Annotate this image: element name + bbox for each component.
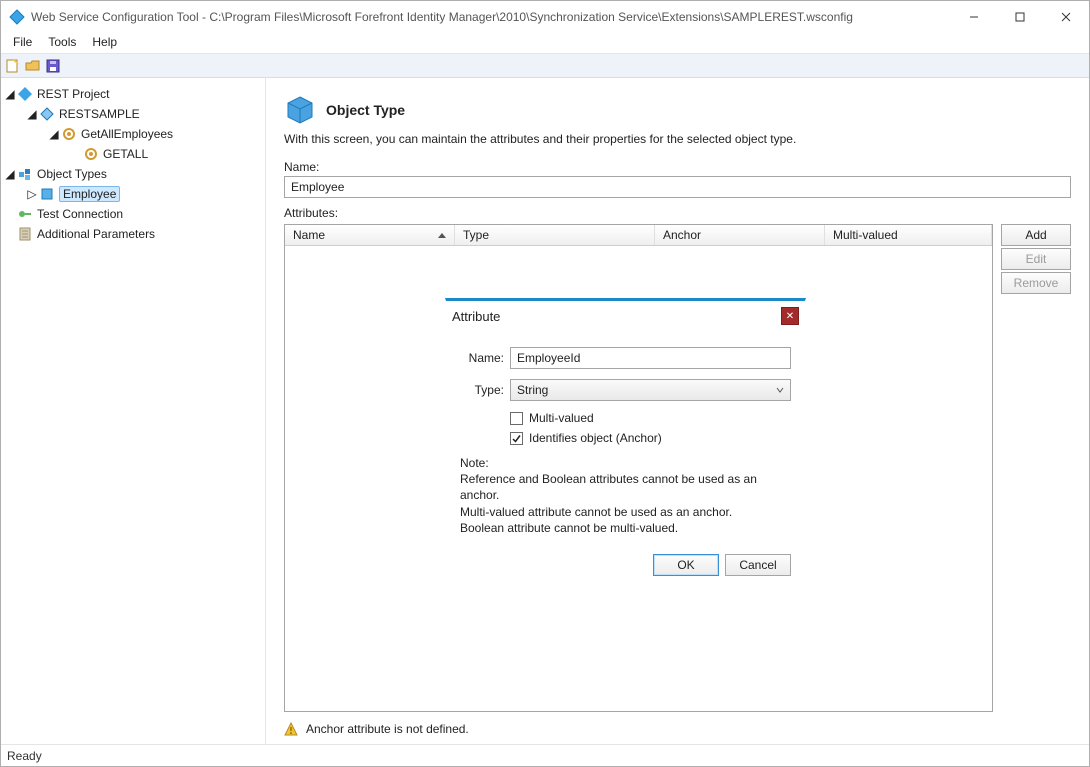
project-icon — [17, 86, 33, 102]
expander-icon[interactable]: ◢ — [5, 169, 15, 179]
warning-bar: Anchor attribute is not defined. — [266, 716, 1089, 744]
new-icon[interactable] — [5, 58, 21, 74]
dialog-note: Note: Reference and Boolean attributes c… — [460, 455, 791, 536]
add-button[interactable]: Add — [1001, 224, 1071, 246]
dialog-ok-button[interactable]: OK — [653, 554, 719, 576]
remove-button[interactable]: Remove — [1001, 272, 1071, 294]
menu-help[interactable]: Help — [84, 32, 125, 53]
close-button[interactable] — [1043, 1, 1089, 32]
cubes-icon — [17, 166, 33, 182]
open-icon[interactable] — [25, 58, 41, 74]
expander-icon[interactable]: ◢ — [27, 109, 37, 119]
warning-text: Anchor attribute is not defined. — [306, 722, 469, 736]
attr-name-label: Name: — [460, 351, 504, 365]
menu-bar: File Tools Help — [1, 32, 1089, 54]
operation-icon — [83, 146, 99, 162]
attr-type-select[interactable]: String — [510, 379, 791, 401]
col-name[interactable]: Name — [285, 225, 455, 245]
multi-valued-checkbox-row[interactable]: Multi-valued — [510, 411, 791, 425]
test-icon — [17, 206, 33, 222]
tree-node-getall[interactable]: ◢ GETALL — [3, 144, 263, 164]
chevron-down-icon — [776, 386, 784, 394]
sort-asc-icon — [438, 233, 446, 238]
cube-icon — [39, 186, 55, 202]
page-heading: Object Type — [326, 102, 405, 118]
expander-icon[interactable]: ◢ — [5, 89, 15, 99]
attribute-dialog: Attribute ✕ Name: Type: — [445, 298, 806, 587]
params-icon — [17, 226, 33, 242]
expander-icon[interactable]: ◢ — [49, 129, 59, 139]
name-label: Name: — [284, 160, 1071, 174]
window-title: Web Service Configuration Tool - C:\Prog… — [31, 10, 853, 24]
warning-icon — [284, 722, 298, 736]
list-body: Attribute ✕ Name: Type: — [285, 246, 992, 711]
attributes-list[interactable]: Name Type Anchor Multi-valued Attribute … — [284, 224, 993, 712]
col-anchor[interactable]: Anchor — [655, 225, 825, 245]
attr-type-label: Type: — [460, 383, 504, 397]
project-tree[interactable]: ◢ REST Project ◢ RESTSAMPLE ◢ GetAllEmpl… — [1, 78, 266, 744]
dialog-close-button[interactable]: ✕ — [781, 307, 799, 325]
tree-node-getallemployees[interactable]: ◢ GetAllEmployees — [3, 124, 263, 144]
maximize-button[interactable] — [997, 1, 1043, 32]
list-header: Name Type Anchor Multi-valued — [285, 225, 992, 246]
tree-node-additional-parameters[interactable]: ◢ Additional Parameters — [3, 224, 263, 244]
title-bar: Web Service Configuration Tool - C:\Prog… — [1, 1, 1089, 32]
status-bar: Ready — [1, 744, 1089, 766]
page-description: With this screen, you can maintain the a… — [284, 132, 1071, 146]
col-multi[interactable]: Multi-valued — [825, 225, 992, 245]
attr-name-input[interactable] — [510, 347, 791, 369]
edit-button[interactable]: Edit — [1001, 248, 1071, 270]
tree-node-employee[interactable]: ▷ Employee — [3, 184, 263, 204]
anchor-checkbox-row[interactable]: Identifies object (Anchor) — [510, 431, 791, 445]
save-icon[interactable] — [45, 58, 61, 74]
operation-icon — [61, 126, 77, 142]
attributes-label: Attributes: — [284, 206, 1071, 220]
dialog-title: Attribute — [452, 309, 500, 324]
toolbar — [1, 54, 1089, 78]
menu-file[interactable]: File — [5, 32, 40, 53]
multi-valued-checkbox[interactable] — [510, 412, 523, 425]
anchor-checkbox[interactable] — [510, 432, 523, 445]
tree-node-restsample[interactable]: ◢ RESTSAMPLE — [3, 104, 263, 124]
cube-icon — [284, 94, 316, 126]
datasource-icon — [39, 106, 55, 122]
expander-icon[interactable]: ▷ — [27, 189, 37, 199]
object-name-input[interactable] — [284, 176, 1071, 198]
menu-tools[interactable]: Tools — [40, 32, 84, 53]
tree-node-rest-project[interactable]: ◢ REST Project — [3, 84, 263, 104]
app-icon — [9, 9, 25, 25]
tree-node-test-connection[interactable]: ◢ Test Connection — [3, 204, 263, 224]
tree-node-object-types[interactable]: ◢ Object Types — [3, 164, 263, 184]
col-type[interactable]: Type — [455, 225, 655, 245]
dialog-cancel-button[interactable]: Cancel — [725, 554, 791, 576]
minimize-button[interactable] — [951, 1, 997, 32]
